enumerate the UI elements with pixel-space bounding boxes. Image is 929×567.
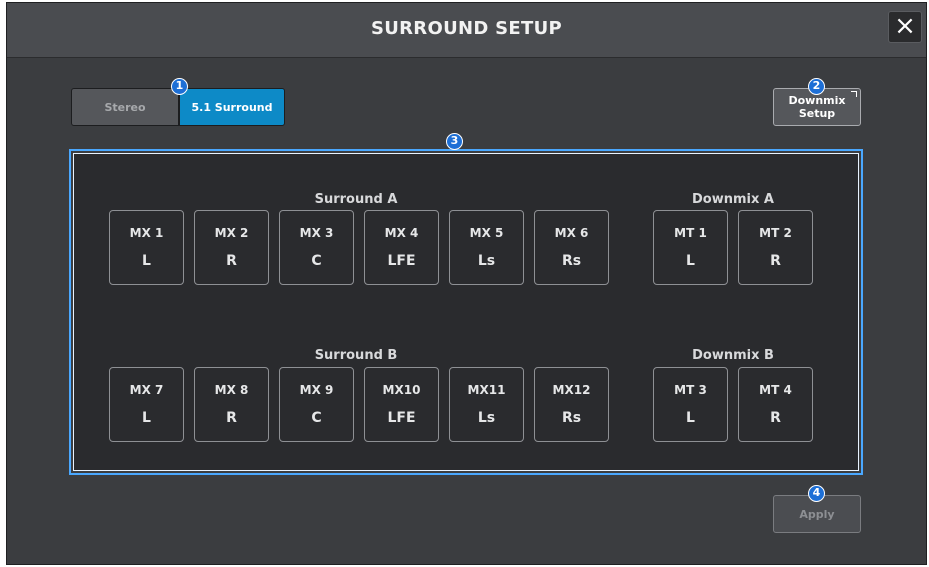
channel-assign-button[interactable]: MX 9 C (279, 367, 354, 442)
channel-assign-button[interactable]: MX 8 R (194, 367, 269, 442)
channel-assign-button[interactable]: MX12 Rs (534, 367, 609, 442)
channel-bus-label: MX 5 (469, 226, 504, 240)
channel-assignment-area: Surround A Downmix A Surround B Downmix … (73, 153, 859, 471)
channel-position-label: LFE (387, 253, 416, 269)
surround-a-label: Surround A (314, 192, 398, 207)
channel-bus-label: MT 1 (674, 226, 707, 240)
channel-bus-label: MX 4 (384, 226, 419, 240)
channel-bus-label: MT 3 (674, 383, 707, 397)
channel-position-label: Rs (561, 410, 582, 426)
channel-bus-label: MX 3 (299, 226, 334, 240)
stereo-button[interactable]: Stereo (71, 88, 179, 126)
callout-2-badge: 2 (808, 78, 825, 95)
channel-assignment-panel: Surround A Downmix A Surround B Downmix … (69, 149, 863, 475)
channel-assign-button[interactable]: MX 2 R (194, 210, 269, 285)
downmix-setup-label-line2: Setup (798, 107, 836, 120)
downmix-b-label: Downmix B (692, 348, 774, 363)
channel-assign-button[interactable]: MX 1 L (109, 210, 184, 285)
channel-bus-label: MX 6 (554, 226, 589, 240)
channel-position-label: L (142, 410, 151, 426)
channel-assign-button[interactable]: MT 1 L (653, 210, 728, 285)
channel-position-label: L (142, 253, 151, 269)
channel-bus-label: MX 7 (129, 383, 164, 397)
surround-setup-window: SURROUND SETUP × Stereo 5.1 Surround Dow… (6, 2, 927, 565)
channel-bus-label: MX 8 (214, 383, 249, 397)
channel-bus-label: MX10 (382, 383, 421, 397)
channel-assign-button[interactable]: MT 2 R (738, 210, 813, 285)
channel-assign-button[interactable]: MX 4 LFE (364, 210, 439, 285)
title-bar: SURROUND SETUP × (7, 3, 926, 58)
channel-bus-label: MX 1 (129, 226, 164, 240)
callout-1-badge: 1 (171, 78, 188, 95)
channel-position-label: R (226, 410, 237, 426)
channel-assign-button[interactable]: MT 4 R (738, 367, 813, 442)
channel-position-label: L (686, 410, 695, 426)
channel-assign-button[interactable]: MX 7 L (109, 367, 184, 442)
callout-4-badge: 4 (808, 485, 825, 502)
close-icon: × (894, 11, 916, 41)
channel-bus-label: MX12 (552, 383, 591, 397)
channel-bus-label: MT 2 (759, 226, 792, 240)
window-title: SURROUND SETUP (370, 18, 563, 39)
channel-assign-button[interactable]: MT 3 L (653, 367, 728, 442)
channel-position-label: C (311, 410, 322, 426)
channel-position-label: R (770, 253, 781, 269)
close-button[interactable]: × (888, 11, 922, 43)
downmix-a-label: Downmix A (692, 192, 774, 207)
channel-bus-label: MX 9 (299, 383, 334, 397)
channel-assign-button[interactable]: MX 6 Rs (534, 210, 609, 285)
channel-assign-button[interactable]: MX 3 C (279, 210, 354, 285)
surround-5-1-button[interactable]: 5.1 Surround (179, 88, 285, 126)
channel-assign-button[interactable]: MX10 LFE (364, 367, 439, 442)
channel-position-label: Ls (477, 253, 496, 269)
channel-position-label: L (686, 253, 695, 269)
channel-position-label: C (311, 253, 322, 269)
popup-indicator-icon (851, 91, 857, 97)
callout-3-badge: 3 (446, 133, 463, 150)
channel-position-label: R (770, 410, 781, 426)
channel-bus-label: MX11 (467, 383, 506, 397)
downmix-setup-label-line1: Downmix (788, 94, 846, 107)
channel-position-label: LFE (387, 410, 416, 426)
channel-position-label: Ls (477, 410, 496, 426)
channel-position-label: R (226, 253, 237, 269)
channel-position-label: Rs (561, 253, 582, 269)
channel-assign-button[interactable]: MX11 Ls (449, 367, 524, 442)
channel-assign-button[interactable]: MX 5 Ls (449, 210, 524, 285)
channel-bus-label: MT 4 (759, 383, 792, 397)
surround-b-label: Surround B (314, 348, 398, 363)
channel-bus-label: MX 2 (214, 226, 249, 240)
